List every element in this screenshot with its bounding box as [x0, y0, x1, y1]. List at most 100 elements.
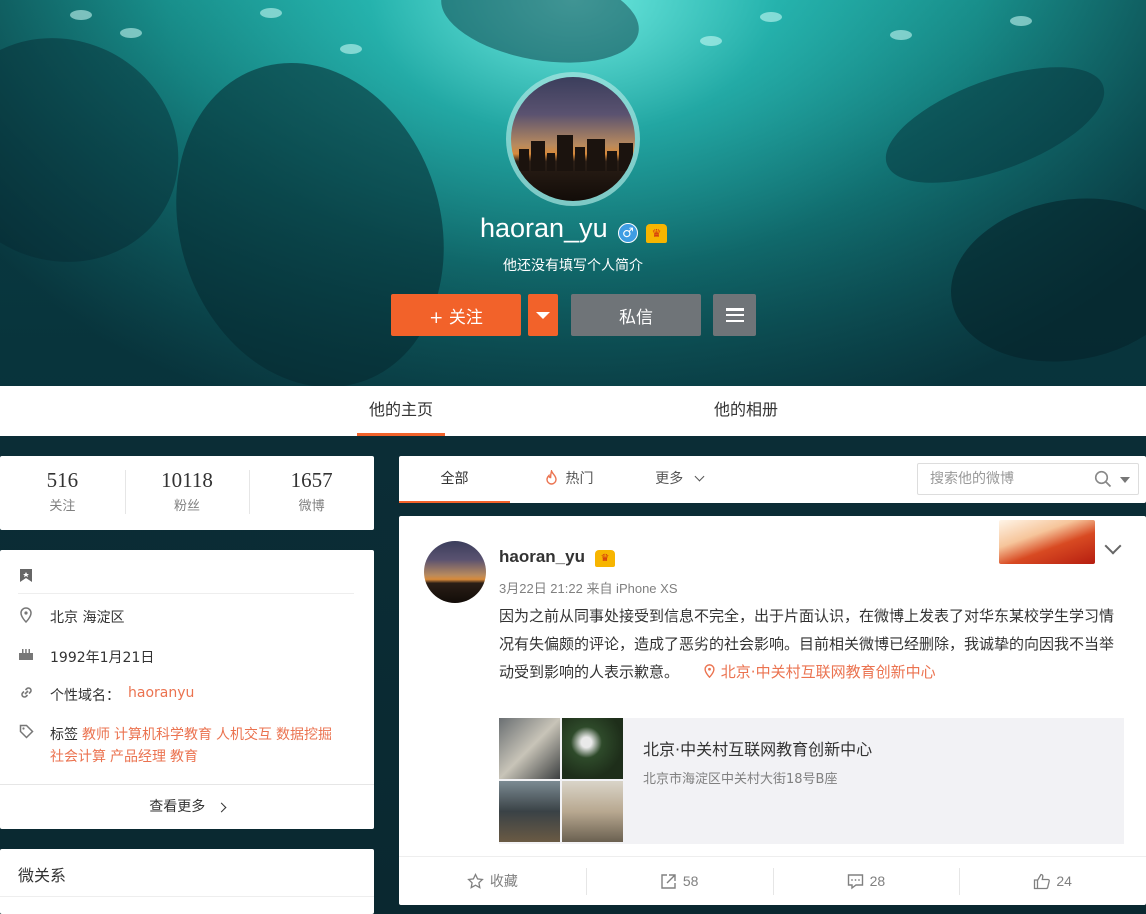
- cover-decoration: [937, 180, 1146, 380]
- place-address: 北京市海淀区中关村大街18号B座: [643, 772, 838, 787]
- post-options-chevron-icon[interactable]: [1104, 537, 1122, 555]
- info-domain-link[interactable]: haoranyu: [128, 685, 194, 701]
- tag-item[interactable]: 社会计算: [50, 749, 106, 765]
- feed-tabs: 全部 热门 更多: [399, 456, 1146, 503]
- location-icon: [18, 607, 34, 624]
- stat-following[interactable]: 516 关注: [0, 456, 125, 530]
- cover-decoration: [433, 0, 647, 77]
- post-author-name[interactable]: haoran_yu: [499, 547, 585, 567]
- post-meta[interactable]: 3月22日 21:22 来自 iPhone XS: [499, 578, 678, 597]
- show-more-button[interactable]: 查看更多: [0, 784, 374, 829]
- cover-decoration: [340, 44, 362, 54]
- comment-icon: [847, 873, 863, 889]
- relations-title: 微关系: [18, 866, 67, 885]
- link-icon: [18, 685, 34, 701]
- stat-value: 10118: [161, 468, 213, 492]
- stat-label: 微博: [298, 499, 325, 514]
- follow-button[interactable]: + 关注: [391, 294, 521, 336]
- comment-button[interactable]: 28: [772, 857, 960, 905]
- tag-item[interactable]: 人机交互: [216, 727, 272, 743]
- repost-count: 58: [682, 873, 699, 889]
- feed-tab-all[interactable]: 全部: [399, 456, 510, 503]
- profile-avatar[interactable]: [506, 72, 640, 206]
- vip-crown-icon[interactable]: ♛: [646, 224, 667, 243]
- stat-label: 粉丝: [174, 499, 201, 514]
- repost-button[interactable]: 58: [585, 857, 773, 905]
- like-count: 24: [1056, 873, 1072, 889]
- place-photo: [499, 718, 560, 779]
- info-location-row: 北京 海淀区: [18, 607, 354, 627]
- cover-decoration: [260, 8, 282, 18]
- vip-crown-icon[interactable]: ♛: [595, 550, 615, 567]
- profile-info-card: 北京 海淀区 1992年1月21日 个性域名： haoranyu 标签 教师 计算机…: [0, 550, 374, 829]
- share-icon: [661, 873, 676, 889]
- stat-value: 1657: [290, 468, 333, 492]
- search-icon[interactable]: [1094, 470, 1112, 488]
- menu-icon: [725, 308, 744, 322]
- place-card[interactable]: 北京·中关村互联网教育创新中心 北京市海淀区中关村大街18号B座: [499, 718, 1124, 844]
- stat-posts[interactable]: 1657 微博: [249, 456, 374, 530]
- post-badge-image: [999, 520, 1095, 564]
- show-more-label: 查看更多: [149, 799, 206, 815]
- post-author-avatar[interactable]: [424, 541, 486, 603]
- place-photo: [562, 781, 623, 842]
- cover-decoration: [871, 43, 1119, 207]
- info-domain-row: 个性域名： haoranyu: [18, 685, 354, 705]
- profile-bio: 他还没有填写个人简介: [503, 258, 643, 274]
- info-badge-row: [18, 568, 354, 584]
- post-card: haoran_yu ♛ 3月22日 21:22 来自 iPhone XS 因为之…: [399, 516, 1146, 905]
- chevron-down-icon: [536, 311, 550, 319]
- feed-tab-more-label: 更多: [655, 471, 684, 487]
- profile-cover: haoran_yu ♂ ♛ 他还没有填写个人简介 + 关注 私信: [0, 0, 1146, 386]
- profile-tabbar: 他的主页 他的相册: [0, 386, 1146, 436]
- feed-tab-more[interactable]: 更多: [644, 456, 714, 503]
- feed-tab-hot[interactable]: 热门: [529, 456, 609, 503]
- message-button[interactable]: 私信: [571, 294, 701, 336]
- tag-item[interactable]: 教育: [170, 749, 198, 765]
- chevron-down-icon: [694, 471, 705, 482]
- profile-username: haoran_yu: [480, 213, 608, 243]
- post-actions: 收藏 58 28 24: [399, 856, 1146, 905]
- info-domain-label: 个性域名：: [50, 688, 120, 704]
- tab-album[interactable]: 他的相册: [700, 386, 792, 436]
- search-scope-dropdown[interactable]: [1120, 477, 1130, 483]
- tag-item[interactable]: 教师: [82, 727, 110, 743]
- cover-decoration: [1010, 16, 1032, 26]
- feed-search-box: [917, 463, 1139, 495]
- info-tags-row: 标签 教师 计算机科学教育 人机交互 数据挖掘社会计算 产品经理 教育: [18, 724, 354, 768]
- tag-item[interactable]: 计算机科学教育: [114, 727, 212, 743]
- cover-decoration: [890, 30, 912, 40]
- stat-followers[interactable]: 10118 粉丝: [124, 456, 250, 530]
- divider: [18, 593, 354, 594]
- follow-dropdown-button[interactable]: [528, 294, 558, 336]
- tags-label: 标签: [50, 727, 78, 743]
- info-birthday-row: 1992年1月21日: [18, 647, 354, 667]
- tag-item[interactable]: 产品经理: [110, 749, 166, 765]
- divider: [0, 896, 374, 897]
- post-location-text: 北京·中关村互联网教育创新中心: [720, 663, 936, 681]
- fire-icon: [545, 468, 557, 485]
- like-button[interactable]: 24: [959, 857, 1146, 905]
- post-location-link[interactable]: 北京·中关村互联网教育创新中心: [704, 663, 936, 681]
- cake-icon: [18, 647, 34, 663]
- feed-search-input[interactable]: [918, 464, 1083, 494]
- more-menu-button[interactable]: [713, 294, 756, 336]
- favorite-label: 收藏: [489, 873, 518, 889]
- stat-label: 关注: [49, 499, 76, 514]
- feed-tab-hot-label: 热门: [565, 471, 594, 487]
- place-photo: [562, 718, 623, 779]
- tag-icon: [18, 724, 34, 740]
- info-birthday: 1992年1月21日: [50, 650, 155, 666]
- stat-value: 516: [46, 468, 79, 492]
- comment-count: 28: [869, 873, 886, 889]
- cover-decoration: [700, 36, 722, 46]
- location-icon: [704, 664, 715, 679]
- tab-home[interactable]: 他的主页: [357, 386, 445, 436]
- avatar-image: [511, 77, 635, 201]
- post-text: 因为之前从同事处接受到信息不完全，出于片面认识，在微博上发表了对华东某校学生学习…: [499, 602, 1124, 686]
- favorite-button[interactable]: 收藏: [399, 857, 586, 905]
- cover-decoration: [70, 10, 92, 20]
- thumbs-up-icon: [1034, 873, 1051, 889]
- star-icon: [467, 872, 484, 889]
- tag-item[interactable]: 数据挖掘: [276, 727, 332, 743]
